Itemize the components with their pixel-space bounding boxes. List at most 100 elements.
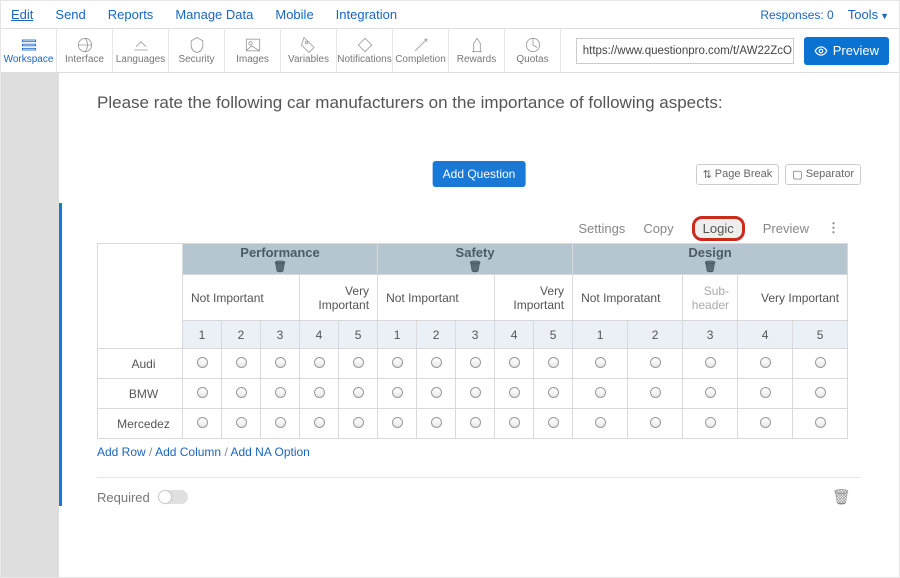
matrix-cell[interactable] [300,379,339,409]
matrix-cell[interactable] [456,409,495,439]
add-question-button[interactable]: Add Question [433,161,526,187]
matrix-cell[interactable] [378,349,417,379]
radio-icon[interactable] [470,387,481,398]
sub-header-cell[interactable]: Sub-header [683,275,738,321]
responses-count[interactable]: Responses: 0 [760,8,833,22]
radio-icon[interactable] [275,417,286,428]
group-header-performance[interactable]: Performance🗑 [183,244,378,275]
group-header-safety[interactable]: Safety🗑 [378,244,573,275]
pencil-icon[interactable]: ✎ [792,44,794,58]
radio-icon[interactable] [431,357,442,368]
add-na-link[interactable]: Add NA Option [230,445,309,459]
row-label[interactable]: Mercedez [98,409,183,439]
matrix-cell[interactable] [793,409,848,439]
matrix-cell[interactable] [300,409,339,439]
row-label[interactable]: Audi [98,349,183,379]
scale-low-2[interactable]: Not Important [378,275,495,321]
menu-reports[interactable]: Reports [108,7,154,22]
radio-icon[interactable] [815,357,826,368]
row-label[interactable]: BMW [98,379,183,409]
radio-icon[interactable] [509,417,520,428]
matrix-cell[interactable] [534,349,573,379]
radio-icon[interactable] [470,357,481,368]
matrix-cell[interactable] [683,349,738,379]
add-row-link[interactable]: Add Row [97,445,146,459]
matrix-cell[interactable] [534,379,573,409]
matrix-cell[interactable] [628,409,683,439]
matrix-cell[interactable] [261,349,300,379]
radio-icon[interactable] [353,357,364,368]
preview-button[interactable]: Preview [804,37,889,65]
toolbar-quotas[interactable]: Quotas [505,29,561,72]
matrix-cell[interactable] [573,409,628,439]
radio-icon[interactable] [595,357,606,368]
toolbar-interface[interactable]: Interface [57,29,113,72]
menu-edit[interactable]: Edit [11,7,33,22]
radio-icon[interactable] [392,357,403,368]
radio-icon[interactable] [236,417,247,428]
radio-icon[interactable] [314,387,325,398]
matrix-cell[interactable] [339,409,378,439]
separator-button[interactable]: ▢Separator [785,164,861,185]
toolbar-completion[interactable]: Completion [393,29,449,72]
matrix-cell[interactable] [495,379,534,409]
radio-icon[interactable] [509,387,520,398]
matrix-cell[interactable] [183,379,222,409]
matrix-cell[interactable] [378,379,417,409]
matrix-cell[interactable] [738,379,793,409]
matrix-cell[interactable] [738,409,793,439]
radio-icon[interactable] [650,417,661,428]
required-toggle[interactable] [158,490,188,504]
radio-icon[interactable] [197,387,208,398]
tab-preview[interactable]: Preview [763,221,809,236]
matrix-cell[interactable] [738,349,793,379]
radio-icon[interactable] [353,387,364,398]
matrix-cell[interactable] [417,379,456,409]
matrix-cell[interactable] [339,379,378,409]
trash-icon[interactable]: 🗑 [184,260,376,273]
kebab-icon[interactable]: ⋮ [827,220,841,236]
menu-send[interactable]: Send [55,7,85,22]
toolbar-languages[interactable]: Languages [113,29,169,72]
scale-low-3[interactable]: Not Imporatant [573,275,683,321]
radio-icon[interactable] [595,417,606,428]
toolbar-workspace[interactable]: Workspace [1,29,57,72]
radio-icon[interactable] [236,387,247,398]
matrix-cell[interactable] [417,349,456,379]
radio-icon[interactable] [595,387,606,398]
radio-icon[interactable] [314,357,325,368]
matrix-cell[interactable] [573,379,628,409]
trash-icon[interactable]: 🗑 [574,260,846,273]
survey-url-field[interactable]: https://www.questionpro.com/t/AW22ZcO ✎ [576,38,794,64]
page-break-button[interactable]: ⇅Page Break [696,164,780,185]
radio-icon[interactable] [760,357,771,368]
menu-integration[interactable]: Integration [336,7,397,22]
radio-icon[interactable] [650,387,661,398]
radio-icon[interactable] [548,357,559,368]
matrix-cell[interactable] [300,349,339,379]
radio-icon[interactable] [509,357,520,368]
scale-low-1[interactable]: Not Important [183,275,300,321]
radio-icon[interactable] [650,357,661,368]
add-column-link[interactable]: Add Column [155,445,221,459]
radio-icon[interactable] [705,417,716,428]
matrix-cell[interactable] [495,349,534,379]
radio-icon[interactable] [392,387,403,398]
radio-icon[interactable] [236,357,247,368]
matrix-cell[interactable] [683,409,738,439]
radio-icon[interactable] [197,357,208,368]
matrix-cell[interactable] [222,349,261,379]
scale-high-2[interactable]: Very Important [495,275,573,321]
scale-high-3[interactable]: Very Important [738,275,848,321]
matrix-cell[interactable] [456,379,495,409]
radio-icon[interactable] [275,387,286,398]
menu-mobile[interactable]: Mobile [275,7,313,22]
toolbar-variables[interactable]: Variables [281,29,337,72]
delete-question-icon[interactable]: 🗑 [832,488,861,506]
matrix-cell[interactable] [417,409,456,439]
matrix-cell[interactable] [261,409,300,439]
radio-icon[interactable] [705,387,716,398]
radio-icon[interactable] [548,387,559,398]
matrix-cell[interactable] [222,379,261,409]
toolbar-images[interactable]: Images [225,29,281,72]
